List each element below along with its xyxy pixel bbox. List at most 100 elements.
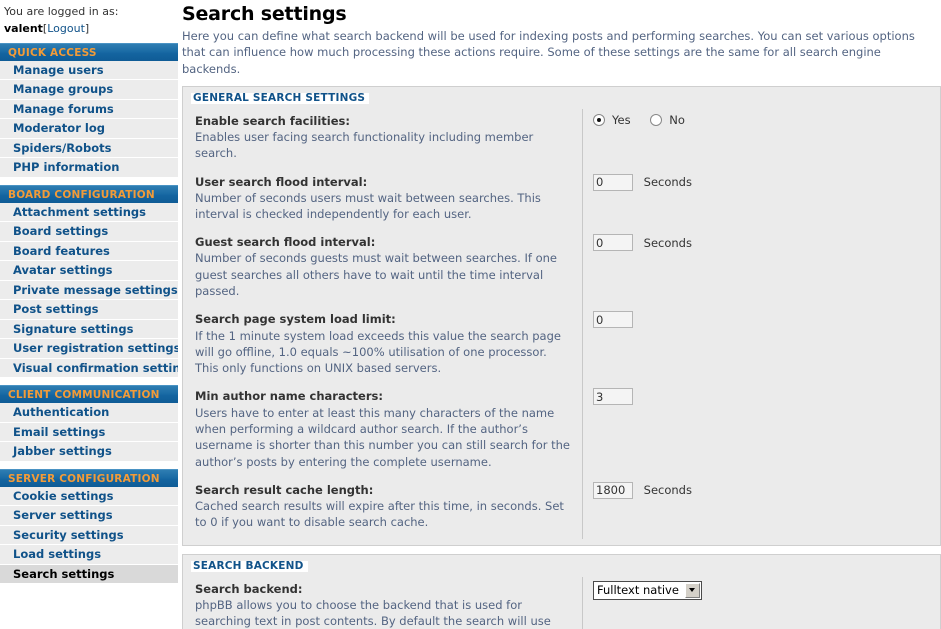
- setting-row-min-author-name-characters: Min author name characters: Users have t…: [183, 384, 940, 478]
- setting-control: Seconds: [583, 230, 940, 252]
- setting-label: Guest search flood interval: Number of s…: [183, 230, 583, 308]
- radio-no-label: No: [669, 112, 685, 127]
- nav-group-client-communication: CLIENT COMMUNICATION Authentication Emai…: [0, 385, 178, 462]
- fieldset-search-backend: SEARCH BACKEND Search backend: phpBB all…: [182, 553, 941, 629]
- setting-description: Number of seconds users must wait betwee…: [195, 190, 541, 221]
- setting-row-search-backend: Search backend: phpBB allows you to choo…: [183, 576, 940, 629]
- login-status-line1: You are logged in as:: [4, 5, 119, 18]
- setting-title: Guest search flood interval:: [195, 235, 376, 250]
- sidebar-item-email-settings[interactable]: Email settings: [0, 422, 178, 443]
- sidebar-item-manage-forums[interactable]: Manage forums: [0, 99, 178, 120]
- setting-title: Enable search facilities:: [195, 113, 350, 128]
- chevron-down-icon[interactable]: [684, 582, 700, 598]
- sidebar-item-security-settings[interactable]: Security settings: [0, 525, 178, 546]
- fieldset-body: Enable search facilities: Enables user f…: [183, 106, 940, 539]
- nav-group-header: BOARD CONFIGURATION: [0, 184, 178, 203]
- nav-group-header: QUICK ACCESS: [0, 42, 178, 61]
- radio-option-yes[interactable]: Yes: [593, 113, 647, 127]
- user-search-flood-interval-input[interactable]: [593, 173, 633, 191]
- sidebar-item-visual-confirmation-settings[interactable]: Visual confirmation settings: [0, 358, 178, 379]
- sidebar-item-jabber-settings[interactable]: Jabber settings: [0, 442, 178, 462]
- guest-search-flood-interval-input[interactable]: [593, 234, 633, 252]
- radio-no-icon[interactable]: [650, 113, 663, 126]
- sidebar-item-post-settings[interactable]: Post settings: [0, 300, 178, 320]
- search-backend-select-value: Fulltext native: [597, 582, 679, 597]
- logged-in-username: valent: [4, 21, 43, 35]
- fieldset-legend: SEARCH BACKEND: [191, 560, 308, 572]
- setting-title: Search result cache length:: [195, 482, 374, 497]
- setting-row-search-page-system-load-limit: Search page system load limit: If the 1 …: [183, 307, 940, 385]
- sidebar-item-php-information[interactable]: PHP information: [0, 158, 178, 178]
- sidebar-item-moderator-log[interactable]: Moderator log: [0, 119, 178, 139]
- sidebar-item-board-settings[interactable]: Board settings: [0, 222, 178, 242]
- setting-label: Search result cache length: Cached searc…: [183, 477, 583, 539]
- setting-row-guest-search-flood-interval: Guest search flood interval: Number of s…: [183, 230, 940, 308]
- login-status: You are logged in as: valent[Logout]: [0, 0, 178, 43]
- bracket-close: ]: [84, 21, 90, 35]
- sidebar-item-search-settings[interactable]: Search settings: [0, 564, 178, 585]
- setting-description: Cached search results will expire after …: [195, 498, 564, 530]
- nav-group-board-configuration: BOARD CONFIGURATION Attachment settings …: [0, 184, 178, 379]
- setting-label: Min author name characters: Users have t…: [183, 384, 583, 478]
- sidebar-item-cookie-settings[interactable]: Cookie settings: [0, 486, 178, 507]
- search-backend-select[interactable]: Fulltext native: [593, 580, 702, 600]
- setting-description: Number of seconds guests must wait betwe…: [195, 251, 557, 299]
- setting-control: Yes No: [583, 109, 940, 129]
- unit-label: Seconds: [643, 483, 692, 498]
- setting-title: User search flood interval:: [195, 174, 368, 189]
- setting-label: Search backend: phpBB allows you to choo…: [183, 576, 583, 629]
- sidebar-item-private-message-settings[interactable]: Private message settings: [0, 280, 178, 301]
- nav-group-quick-access: QUICK ACCESS Manage users Manage groups …: [0, 42, 178, 178]
- nav-group-header: CLIENT COMMUNICATION: [0, 385, 178, 404]
- setting-control: Seconds: [583, 170, 940, 191]
- setting-label: Search page system load limit: If the 1 …: [183, 307, 583, 385]
- unit-label: Seconds: [643, 175, 692, 190]
- fieldset-general-search-settings: GENERAL SEARCH SETTINGS Enable search fa…: [182, 85, 941, 546]
- setting-control: Fulltext native: [583, 577, 940, 600]
- setting-row-user-search-flood-interval: User search flood interval: Number of se…: [183, 169, 940, 231]
- main-content: Search settings Here you can define what…: [178, 0, 941, 629]
- fieldset-body: Search backend: phpBB allows you to choo…: [183, 574, 940, 629]
- setting-description: If the 1 minute system load exceeds this…: [195, 328, 561, 376]
- search-page-system-load-limit-input[interactable]: [593, 311, 633, 329]
- nav-group-server-configuration: SERVER CONFIGURATION Cookie settings Ser…: [0, 468, 178, 585]
- sidebar-item-server-settings[interactable]: Server settings: [0, 506, 178, 526]
- setting-row-search-result-cache-length: Search result cache length: Cached searc…: [183, 477, 940, 539]
- setting-description: Enables user facing search functionality…: [195, 129, 534, 161]
- fieldset-legend: GENERAL SEARCH SETTINGS: [191, 92, 370, 104]
- sidebar-item-load-settings[interactable]: Load settings: [0, 545, 178, 565]
- sidebar-item-user-registration-settings[interactable]: User registration settings: [0, 339, 178, 359]
- login-status-line2: valent[Logout]: [4, 21, 172, 37]
- page-description: Here you can define what search backend …: [182, 28, 915, 76]
- sidebar-item-signature-settings[interactable]: Signature settings: [0, 319, 178, 340]
- nav-group-header: SERVER CONFIGURATION: [0, 468, 178, 487]
- logout-link[interactable]: Logout: [47, 22, 85, 35]
- sidebar-item-board-features[interactable]: Board features: [0, 241, 178, 262]
- setting-title: Search backend:: [195, 581, 303, 596]
- sidebar-item-manage-groups[interactable]: Manage groups: [0, 80, 178, 100]
- sidebar-item-spiders-robots[interactable]: Spiders/Robots: [0, 138, 178, 159]
- radio-yes-label: Yes: [612, 112, 631, 127]
- setting-title: Search page system load limit:: [195, 312, 396, 327]
- setting-control: [583, 307, 940, 329]
- setting-description: Users have to enter at least this many c…: [195, 405, 571, 469]
- setting-label: Enable search facilities: Enables user f…: [183, 108, 583, 170]
- radio-yes-icon[interactable]: [593, 113, 605, 126]
- sidebar-item-attachment-settings[interactable]: Attachment settings: [0, 202, 178, 223]
- min-author-name-characters-input[interactable]: [593, 388, 633, 406]
- page-title: Search settings: [182, 3, 347, 25]
- sidebar-item-authentication[interactable]: Authentication: [0, 403, 178, 423]
- admin-page: You are logged in as: valent[Logout] QUI…: [0, 0, 941, 629]
- sidebar-item-avatar-settings[interactable]: Avatar settings: [0, 261, 178, 281]
- setting-description: phpBB allows you to choose the backend t…: [195, 597, 551, 629]
- setting-label: User search flood interval: Number of se…: [183, 169, 583, 231]
- setting-title: Min author name characters:: [195, 389, 383, 404]
- radio-option-no[interactable]: No: [650, 113, 701, 127]
- search-result-cache-length-input[interactable]: [593, 481, 633, 499]
- setting-control: Seconds: [583, 478, 940, 499]
- setting-row-enable-search-facilities: Enable search facilities: Enables user f…: [183, 108, 940, 170]
- unit-label: Seconds: [643, 235, 692, 250]
- sidebar: You are logged in as: valent[Logout] QUI…: [0, 0, 178, 629]
- sidebar-item-manage-users[interactable]: Manage users: [0, 60, 178, 81]
- setting-control: [583, 384, 940, 406]
